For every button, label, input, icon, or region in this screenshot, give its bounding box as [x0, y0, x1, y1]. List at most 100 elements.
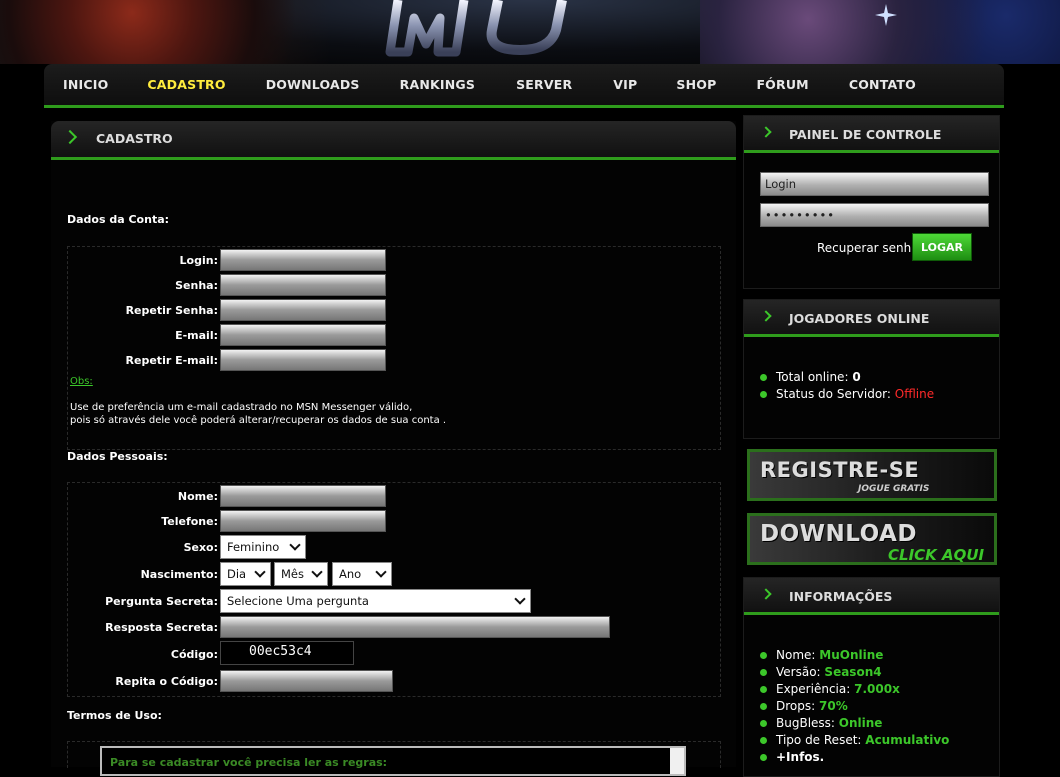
nav-downloads[interactable]: DOWNLOADS	[266, 77, 360, 92]
banner-art-left	[0, 0, 330, 64]
year-select[interactable]: Ano	[332, 562, 392, 586]
info-label: Drops:	[776, 699, 816, 713]
server-status-label: Status do Servidor:	[776, 387, 891, 401]
register-banner-title: REGISTRE-SE	[760, 458, 920, 482]
info-panel-title: INFORMAÇÕES	[789, 589, 893, 604]
nav-server[interactable]: SERVER	[516, 77, 572, 92]
secret-answer-input[interactable]	[220, 616, 610, 638]
nav-cadastro[interactable]: CADASTRO	[147, 77, 225, 92]
name-label: Nome:	[177, 490, 218, 503]
email-input[interactable]	[220, 324, 386, 346]
info-value: 7.000x	[854, 682, 900, 696]
info-label: Nome:	[776, 648, 816, 662]
info-value: MuOnline	[819, 648, 884, 662]
info-panel-header: INFORMAÇÕES	[744, 578, 999, 615]
register-banner-sub: JOGUE GRATIS	[858, 484, 930, 494]
sidebar-password-input[interactable]: •••••••••	[760, 203, 989, 227]
info-value: Online	[838, 716, 883, 730]
secret-question-value: Selecione Uma pergunta	[227, 594, 369, 608]
login-label: Login:	[179, 254, 218, 267]
info-label: BugBless:	[776, 716, 835, 730]
chevron-right-icon	[760, 126, 772, 138]
chevron-down-icon	[311, 566, 323, 578]
phone-label: Telefone:	[161, 515, 218, 528]
control-panel-title: PAINEL DE CONTROLE	[789, 127, 942, 142]
email-label: E-mail:	[175, 329, 218, 342]
online-panel: JOGADORES ONLINE Total online: 0 Status …	[743, 299, 1000, 439]
info-label: Tipo de Reset:	[776, 733, 862, 747]
nav-inicio[interactable]: INICIO	[63, 77, 108, 92]
login-button[interactable]: LOGAR	[912, 233, 972, 261]
control-panel: PAINEL DE CONTROLE Login ••••••••• Recup…	[743, 115, 1000, 289]
register-banner[interactable]: REGISTRE-SE JOGUE GRATIS	[747, 449, 997, 501]
list-item: Experiência: 7.000x	[758, 682, 949, 699]
chevron-right-icon	[62, 129, 78, 145]
list-item: Drops: 70%	[758, 699, 949, 716]
nav-forum[interactable]: FÓRUM	[756, 77, 808, 92]
download-banner[interactable]: DOWNLOAD CLICK AQUI	[747, 513, 997, 565]
chevron-right-icon	[760, 588, 772, 600]
repeat-email-input[interactable]	[220, 349, 386, 371]
more-info-link[interactable]: +Infos.	[758, 750, 949, 767]
chevron-down-icon	[514, 593, 526, 605]
password-input[interactable]	[220, 274, 386, 296]
list-item: BugBless: Online	[758, 716, 949, 733]
info-value: 70%	[819, 699, 848, 713]
info-value: Acumulativo	[865, 733, 950, 747]
login-input[interactable]	[220, 249, 386, 271]
terms-textarea[interactable]: Para se cadastrar você precisa ler as re…	[100, 746, 686, 776]
list-item: Total online: 0	[758, 370, 934, 387]
personal-section-title: Dados Pessoais:	[67, 450, 168, 463]
online-panel-title: JOGADORES ONLINE	[789, 311, 930, 326]
total-online-label: Total online:	[776, 370, 849, 384]
repeat-password-label: Repetir Senha:	[125, 304, 218, 317]
secret-question-label: Pergunta Secreta:	[105, 595, 218, 608]
repeat-email-label: Repetir E-mail:	[125, 354, 218, 367]
captcha-code: 00ec53c4	[220, 641, 354, 665]
download-banner-title: DOWNLOAD	[760, 521, 917, 547]
nav-shop[interactable]: SHOP	[676, 77, 716, 92]
nav-rankings[interactable]: RANKINGS	[400, 77, 475, 92]
day-select-value: Dia	[227, 567, 247, 581]
info-value: Season4	[824, 665, 882, 679]
obs-link[interactable]: Obs:	[70, 376, 93, 387]
control-panel-header: PAINEL DE CONTROLE	[744, 116, 999, 153]
list-item: Versão: Season4	[758, 665, 949, 682]
phone-input[interactable]	[220, 510, 386, 532]
info-list: Nome: MuOnline Versão: Season4 Experiênc…	[758, 648, 949, 767]
terms-scrollbar[interactable]	[670, 748, 684, 774]
nav-vip[interactable]: VIP	[613, 77, 637, 92]
list-item: Nome: MuOnline	[758, 648, 949, 665]
repeat-code-label: Repita o Código:	[115, 675, 218, 688]
repeat-code-input[interactable]	[220, 670, 393, 692]
chevron-down-icon	[254, 566, 266, 578]
month-select[interactable]: Mês	[274, 562, 328, 586]
secret-question-select[interactable]: Selecione Uma pergunta	[220, 589, 531, 613]
nav-contato[interactable]: CONTATO	[849, 77, 916, 92]
register-panel-header: CADASTRO	[51, 121, 736, 160]
sex-select[interactable]: Feminino	[220, 535, 306, 559]
mu-logo[interactable]	[380, 0, 590, 58]
info-label: Experiência:	[776, 682, 851, 696]
sidebar-login-input[interactable]: Login	[760, 172, 989, 196]
server-status-value: Offline	[894, 387, 935, 401]
month-select-value: Mês	[281, 567, 304, 581]
chevron-right-icon	[760, 310, 772, 322]
repeat-password-input[interactable]	[220, 299, 386, 321]
star-icon	[875, 4, 897, 26]
info-label: Versão:	[776, 665, 821, 679]
list-item: Tipo de Reset: Acumulativo	[758, 733, 949, 750]
day-select[interactable]: Dia	[220, 562, 271, 586]
page-title: CADASTRO	[96, 131, 173, 146]
chevron-down-icon	[289, 539, 301, 551]
total-online-value: 0	[852, 370, 861, 384]
recover-password-link[interactable]: Recuperar senha	[817, 241, 919, 255]
birth-label: Nascimento:	[140, 568, 218, 581]
password-label: Senha:	[175, 279, 218, 292]
main-nav: INICIO CADASTRO DOWNLOADS RANKINGS SERVE…	[44, 64, 1004, 108]
online-list: Total online: 0 Status do Servidor: Offl…	[758, 370, 934, 404]
name-input[interactable]	[220, 485, 386, 507]
download-banner-sub: CLICK AQUI	[888, 546, 985, 564]
sex-select-value: Feminino	[227, 540, 280, 554]
terms-section-title: Termos de Uso:	[67, 709, 162, 722]
